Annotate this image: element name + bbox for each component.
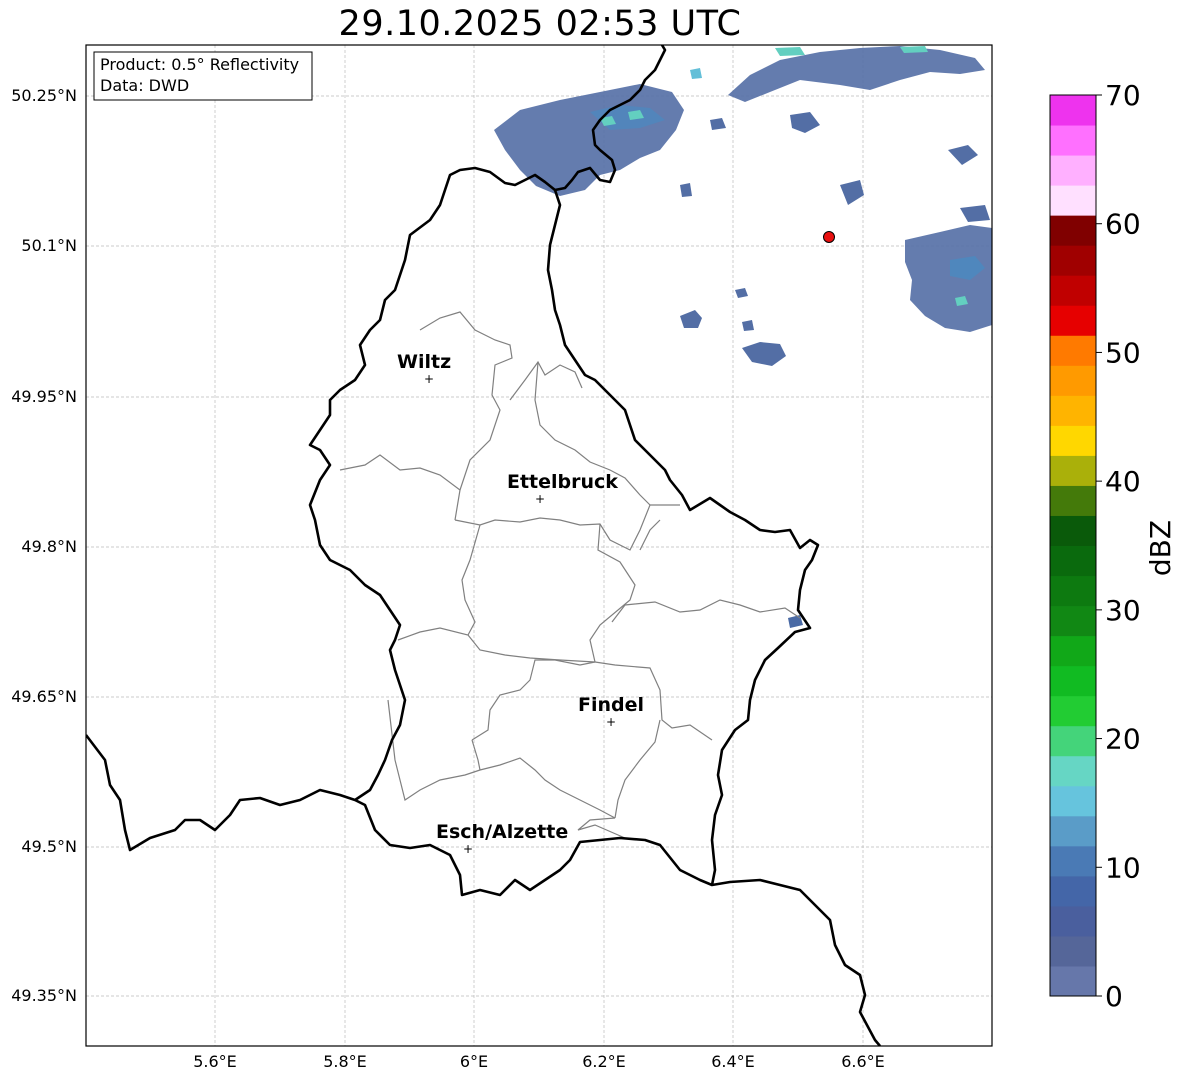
colorbar-segment bbox=[1050, 905, 1096, 937]
colorbar-segment bbox=[1050, 155, 1096, 186]
colorbar-segment bbox=[1050, 425, 1096, 456]
colorbar-segment bbox=[1050, 95, 1096, 126]
lon-tick-label: 6.2°E bbox=[582, 1052, 626, 1071]
colorbar-segment bbox=[1050, 725, 1096, 757]
colorbar-segment bbox=[1050, 545, 1096, 577]
colorbar-segment bbox=[1050, 785, 1096, 817]
colorbar-segment bbox=[1050, 365, 1096, 396]
lat-tick-label: 49.8°N bbox=[21, 537, 77, 556]
colorbar-tick-label: 30 bbox=[1105, 594, 1141, 627]
colorbar-segment bbox=[1050, 185, 1096, 216]
colorbar-segment bbox=[1050, 845, 1096, 877]
info-data-source: Data: DWD bbox=[100, 76, 189, 95]
city-marker-icon: + bbox=[424, 372, 434, 386]
colorbar-segment bbox=[1050, 665, 1096, 697]
colorbar-segment bbox=[1050, 485, 1096, 516]
lon-tick-label: 5.6°E bbox=[193, 1052, 237, 1071]
info-product: Product: 0.5° Reflectivity bbox=[100, 55, 299, 74]
colorbar-label: dBZ bbox=[1144, 520, 1177, 576]
lat-tick-label: 50.25°N bbox=[11, 86, 77, 105]
lon-tick-label: 6.6°E bbox=[841, 1052, 885, 1071]
colorbar-tick-label: 20 bbox=[1105, 723, 1141, 756]
city-marker-icon: + bbox=[535, 492, 545, 506]
colorbar-ticks: 0 10 20 30 40 50 60 70 bbox=[1096, 79, 1141, 1013]
lat-tick-label: 49.35°N bbox=[11, 986, 77, 1005]
colorbar-tick-label: 40 bbox=[1105, 465, 1141, 498]
colorbar-segment bbox=[1050, 125, 1096, 156]
colorbar-segment bbox=[1050, 695, 1096, 727]
colorbar-segment bbox=[1050, 605, 1096, 637]
lon-tick-label: 6.4°E bbox=[711, 1052, 755, 1071]
city-label: Findel bbox=[578, 694, 644, 716]
colorbar-segment bbox=[1050, 515, 1096, 546]
colorbar-tick-label: 0 bbox=[1105, 980, 1123, 1013]
colorbar-tick-label: 10 bbox=[1105, 851, 1141, 884]
colorbar bbox=[1049, 94, 1097, 997]
lon-tick-label: 5.8°E bbox=[323, 1052, 367, 1071]
lat-axis: 50.25°N 50.1°N 49.95°N 49.8°N 49.65°N 49… bbox=[11, 86, 77, 1005]
city-marker-icon: + bbox=[463, 842, 473, 856]
colorbar-segment bbox=[1050, 875, 1096, 907]
colorbar-tick-label: 50 bbox=[1105, 336, 1141, 369]
colorbar-segment bbox=[1050, 935, 1096, 967]
lat-tick-label: 50.1°N bbox=[21, 236, 77, 255]
city-marker-icon: + bbox=[606, 715, 616, 729]
city-label: Wiltz bbox=[397, 351, 451, 373]
colorbar-tick-label: 60 bbox=[1105, 208, 1141, 241]
colorbar-segment bbox=[1050, 635, 1096, 667]
colorbar-segment bbox=[1050, 305, 1096, 336]
info-box: Product: 0.5° Reflectivity Data: DWD bbox=[93, 51, 313, 101]
colorbar-segment bbox=[1050, 455, 1096, 486]
lon-axis: 5.6°E 5.8°E 6°E 6.2°E 6.4°E 6.6°E bbox=[193, 1052, 885, 1071]
city-label: Esch/Alzette bbox=[436, 821, 568, 843]
colorbar-segment bbox=[1050, 815, 1096, 847]
radar-map: Product: 0.5° Reflectivity Data: DWD Wil… bbox=[11, 44, 1177, 1071]
lon-tick-label: 6°E bbox=[460, 1052, 488, 1071]
colorbar-segment bbox=[1050, 275, 1096, 306]
colorbar-tick-label: 70 bbox=[1105, 79, 1141, 112]
colorbar-segment bbox=[1050, 215, 1096, 246]
colorbar-segment bbox=[1050, 335, 1096, 366]
city-label: Ettelbruck bbox=[507, 471, 618, 493]
lat-tick-label: 49.5°N bbox=[21, 837, 77, 856]
colorbar-segment bbox=[1050, 965, 1096, 997]
colorbar-segment bbox=[1050, 395, 1096, 426]
lat-tick-label: 49.65°N bbox=[11, 687, 77, 706]
colorbar-segment bbox=[1050, 755, 1096, 787]
colorbar-segment bbox=[1050, 575, 1096, 607]
radar-site-marker bbox=[823, 231, 835, 243]
colorbar-segment bbox=[1050, 245, 1096, 276]
lat-tick-label: 49.95°N bbox=[11, 387, 77, 406]
